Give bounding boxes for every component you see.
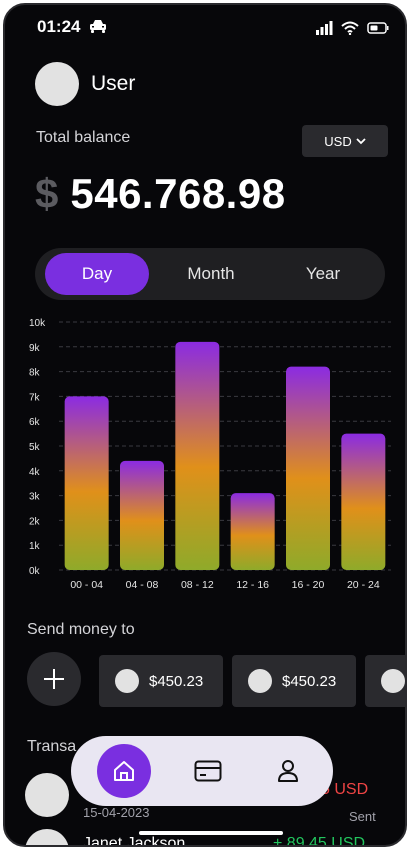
contact-card[interactable]: $450.23 (232, 655, 356, 707)
chart-bar[interactable] (341, 433, 386, 570)
transaction-avatar (25, 829, 69, 845)
user-avatar[interactable] (35, 62, 79, 106)
phone-frame: 01:24 User Total balance USD $ 546.768.9… (3, 3, 407, 847)
user-name: User (91, 72, 136, 95)
currency-symbol: $ (35, 170, 59, 217)
home-indicator (139, 831, 283, 835)
tab-month-label: Month (187, 264, 235, 283)
contact-avatar (115, 669, 139, 693)
contact-avatar (381, 669, 405, 693)
chart-bar[interactable] (230, 493, 275, 570)
bottom-navigation (71, 736, 333, 806)
user-icon (278, 760, 298, 782)
balance-label: Total balance (36, 129, 131, 146)
battery-icon (367, 22, 389, 34)
chart-bar[interactable] (175, 341, 220, 570)
x-tick-label: 08 - 12 (181, 579, 214, 591)
y-tick-label: 7k (29, 392, 41, 403)
send-money-title: Send money to (27, 621, 135, 638)
tab-day[interactable]: Day (45, 253, 149, 295)
plus-icon (44, 669, 64, 689)
nav-profile[interactable] (261, 744, 315, 798)
transaction-name: Janet Jackson (83, 835, 186, 847)
x-tick-label: 00 - 04 (70, 579, 103, 591)
nav-cards[interactable] (181, 744, 235, 798)
transaction-avatar (25, 773, 69, 817)
transactions-title: Transa (27, 738, 77, 755)
chart-bar[interactable] (64, 396, 109, 570)
x-tick-label: 16 - 20 (292, 579, 325, 591)
car-icon (90, 20, 106, 33)
add-contact-button[interactable] (27, 652, 81, 706)
transaction-status: Sent (349, 809, 376, 824)
currency-value: USD (324, 133, 352, 149)
contact-amount: $450.23 (149, 672, 204, 690)
status-time: 01:24 (37, 17, 81, 36)
x-tick-label: 20 - 24 (347, 579, 380, 591)
transaction-date: 15-04-2023 (83, 805, 150, 820)
chart-bar[interactable] (286, 366, 330, 570)
status-bar: 01:24 (5, 5, 405, 49)
y-tick-label: 1k (29, 541, 41, 552)
y-tick-label: 10k (29, 318, 46, 329)
tab-year-label: Year (305, 264, 341, 283)
y-tick-label: 4k (29, 467, 41, 478)
nav-home[interactable] (97, 744, 151, 798)
chevron-down-icon (356, 138, 366, 145)
y-tick-label: 9k (29, 343, 41, 354)
y-tick-label: 3k (29, 492, 41, 503)
y-tick-label: 2k (29, 516, 41, 527)
y-tick-label: 8k (29, 368, 41, 379)
contact-card-partial[interactable] (365, 655, 405, 707)
activity-bar-chart: 0k 1k 2k 3k 4k 5k 6k 7k 8k 9k 10k 00 - 04 04 - 08 08… (29, 318, 391, 591)
transaction-amount: + 89.45 USD (273, 835, 366, 847)
balance-display: $ 546.768.98 (35, 170, 286, 218)
currency-dropdown[interactable]: USD (302, 125, 388, 157)
home-icon (114, 761, 134, 781)
x-tick-label: 12 - 16 (236, 579, 269, 591)
signal-icon (316, 21, 333, 35)
wifi-icon (341, 21, 359, 35)
y-tick-label: 5k (29, 442, 41, 453)
tab-month[interactable]: Month (159, 253, 263, 295)
credit-card-icon (194, 760, 222, 782)
contact-card[interactable]: $450.23 (99, 655, 223, 707)
y-tick-label: 6k (29, 417, 41, 428)
contact-amount: $450.23 (282, 672, 337, 690)
chart-bar[interactable] (120, 460, 164, 570)
tab-year[interactable]: Year (271, 253, 375, 295)
period-switcher: Day Month Year (35, 248, 385, 300)
contact-avatar (248, 669, 272, 693)
x-tick-label: 04 - 08 (126, 579, 159, 591)
tab-day-label: Day (81, 264, 113, 283)
y-tick-label: 0k (29, 566, 41, 577)
balance-amount: 546.768.98 (70, 170, 286, 217)
status-icons (316, 21, 389, 35)
